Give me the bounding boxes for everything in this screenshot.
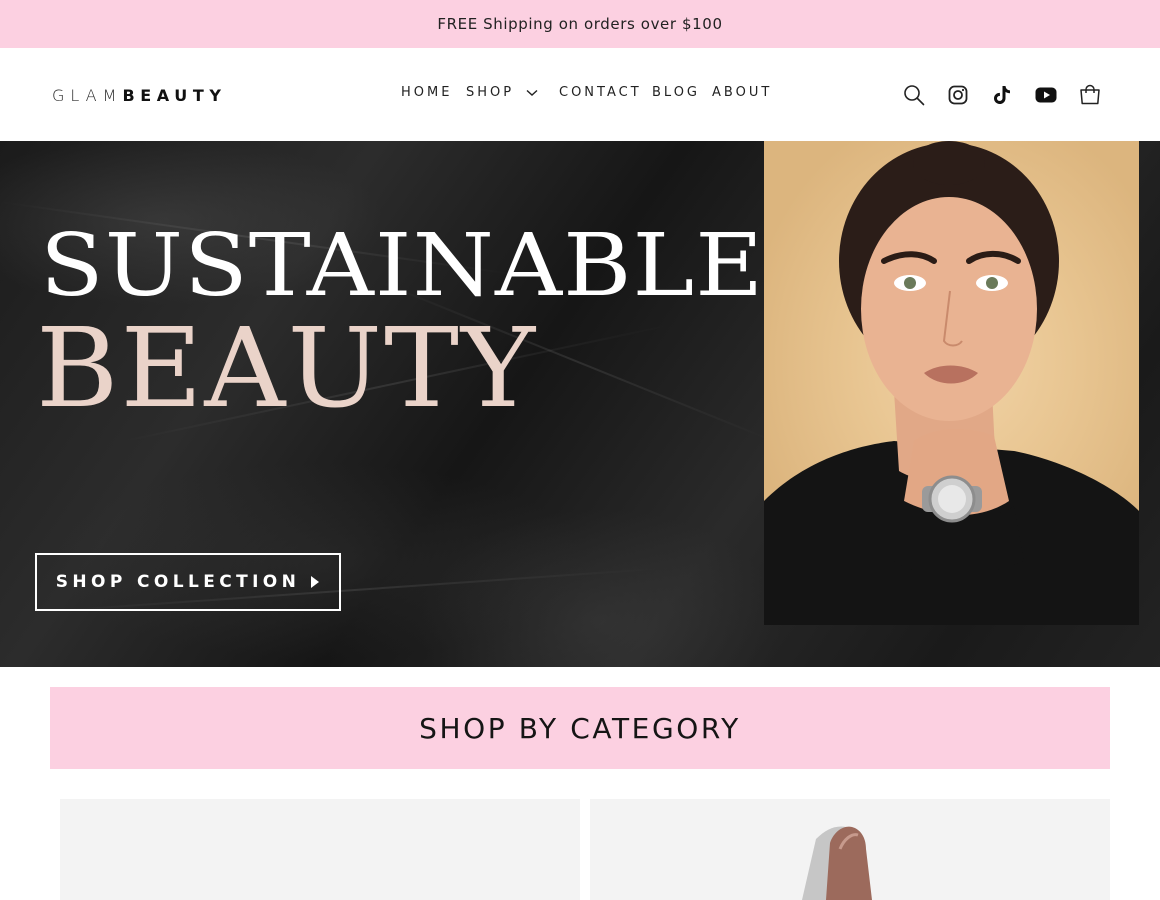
logo-text-bold: BEAUTY xyxy=(122,86,227,105)
youtube-icon xyxy=(1035,87,1057,102)
site-logo[interactable]: GLAM BEAUTY xyxy=(52,86,227,105)
shop-by-category-banner: SHOP BY CATEGORY xyxy=(50,687,1110,769)
site-header: GLAM BEAUTY HOME SHOP CONTACT BLOG ABOUT xyxy=(0,48,1160,141)
nav-contact[interactable]: CONTACT xyxy=(559,85,642,100)
instagram-icon xyxy=(948,85,968,104)
tiktok-icon xyxy=(994,85,1010,104)
shop-collection-button[interactable]: SHOP COLLECTION xyxy=(35,553,341,611)
search-button[interactable] xyxy=(892,73,936,117)
cart-icon xyxy=(1080,84,1100,104)
hero-title-line1: SUSTAINABLE xyxy=(40,216,765,316)
search-icon xyxy=(904,84,925,105)
nav-blog[interactable]: BLOG xyxy=(652,85,700,100)
logo-text-light: GLAM xyxy=(52,86,123,105)
hero-title-line2: BEAUTY xyxy=(36,304,538,432)
nav-shop[interactable]: SHOP xyxy=(466,85,538,100)
announcement-text: FREE Shipping on orders over $100 xyxy=(437,15,723,33)
hero-banner: SUSTAINABLE BEAUTY SHOP COLLECTION xyxy=(0,141,1160,667)
nav-shop-label: SHOP xyxy=(466,85,515,100)
announcement-bar: FREE Shipping on orders over $100 xyxy=(0,0,1160,48)
tiktok-link[interactable] xyxy=(980,73,1024,117)
shop-collection-label: SHOP COLLECTION xyxy=(55,572,301,592)
model-illustration xyxy=(764,141,1139,625)
header-icons xyxy=(892,48,1112,141)
nav-home[interactable]: HOME xyxy=(401,85,452,100)
instagram-link[interactable] xyxy=(936,73,980,117)
cart-button[interactable] xyxy=(1068,73,1112,117)
main-nav: HOME SHOP CONTACT BLOG ABOUT xyxy=(401,85,781,105)
category-card[interactable] xyxy=(590,799,1110,900)
section-title: SHOP BY CATEGORY xyxy=(419,711,741,745)
youtube-link[interactable] xyxy=(1024,73,1068,117)
category-card[interactable] xyxy=(60,799,580,900)
model-portrait xyxy=(764,141,1139,625)
nav-about[interactable]: ABOUT xyxy=(712,85,772,100)
play-arrow-icon xyxy=(311,576,320,588)
chevron-down-icon xyxy=(526,89,538,96)
lipstick-image xyxy=(802,826,872,900)
